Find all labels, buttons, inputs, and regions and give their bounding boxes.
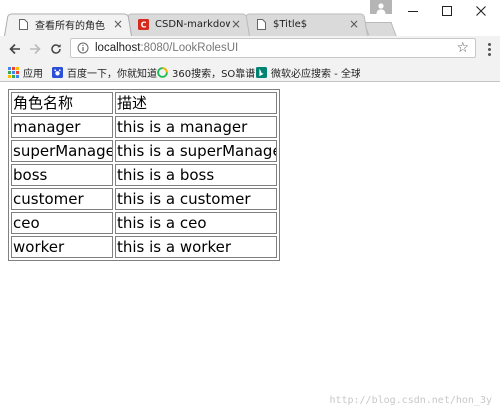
role-description-cell: this is a superManager — [115, 140, 277, 162]
role-name-cell: ceo — [11, 212, 113, 234]
role-name-cell: customer — [11, 188, 113, 210]
bookmark-apps[interactable]: 应用 — [8, 65, 43, 80]
role-description-cell: this is a boss — [115, 164, 277, 186]
bookmark-360[interactable]: 360搜索，SO靠谱 — [157, 65, 256, 80]
close-window-button[interactable] — [464, 0, 498, 22]
tab-roles[interactable]: 查看所有的角色 × — [4, 12, 132, 36]
minimize-button[interactable] — [396, 0, 430, 22]
arrow-right-icon — [30, 43, 41, 55]
table-row: boss this is a boss — [11, 164, 277, 186]
new-tab-button[interactable] — [363, 22, 397, 36]
bookmark-label: 360搜索，SO靠谱 — [172, 68, 256, 80]
bookmark-label: 微软必应搜索 - 全球 — [271, 68, 360, 80]
role-description-cell: this is a worker — [115, 236, 277, 258]
minimize-icon — [408, 11, 418, 12]
bookmarks-bar: 应用 百度一下，你就知道 360搜索，SO靠谱 微软必应搜索 - 全球 — [0, 62, 500, 82]
tab-csdn[interactable]: C CSDN-markdow × — [124, 12, 250, 36]
tab-title-template[interactable]: $Title$ × — [242, 12, 368, 36]
csdn-icon: C — [138, 18, 149, 30]
title-bar: 查看所有的角色 × C CSDN-markdow × $Title$ × — [0, 0, 500, 36]
bookmark-bing[interactable]: 微软必应搜索 - 全球 — [256, 65, 360, 79]
table-row: worker this is a worker — [11, 236, 277, 258]
close-tab-icon[interactable]: × — [348, 18, 360, 30]
reload-button[interactable] — [47, 40, 65, 58]
info-icon[interactable] — [75, 40, 91, 56]
table-row: manager this is a manager — [11, 116, 277, 138]
role-name-cell: superManager — [11, 140, 113, 162]
header-role-name: 角色名称 — [11, 92, 113, 114]
role-description-cell: this is a customer — [115, 188, 277, 210]
forward-button[interactable] — [26, 40, 44, 58]
page-content: 角色名称 描述 manager this is a manager superM… — [0, 82, 500, 410]
back-button[interactable] — [6, 40, 24, 58]
role-name-cell: boss — [11, 164, 113, 186]
header-description: 描述 — [115, 92, 277, 114]
page-icon — [18, 18, 29, 30]
role-name-cell: manager — [11, 116, 113, 138]
bookmark-star-icon[interactable]: ☆ — [456, 40, 469, 56]
svg-text:C: C — [141, 20, 147, 29]
table-row: customer this is a customer — [11, 188, 277, 210]
baidu-icon — [52, 66, 63, 78]
tab-title: 查看所有的角色 — [35, 20, 105, 32]
watermark: http://blog.csdn.net/hon_3y — [329, 395, 492, 406]
table-row: ceo this is a ceo — [11, 212, 277, 234]
role-description-cell: this is a ceo — [115, 212, 277, 234]
bookmark-label: 应用 — [23, 68, 43, 80]
reload-icon — [51, 44, 61, 54]
arrow-left-icon — [9, 43, 20, 55]
page-icon — [256, 18, 267, 30]
profile-button[interactable] — [370, 0, 392, 14]
role-description-cell: this is a manager — [115, 116, 277, 138]
maximize-icon — [442, 6, 452, 16]
table-row: superManager this is a superManager — [11, 140, 277, 162]
url-text[interactable]: localhost:8080/LookRolesUI — [95, 42, 238, 54]
bing-icon — [256, 66, 267, 78]
close-tab-icon[interactable]: × — [112, 18, 124, 30]
person-icon — [376, 3, 386, 14]
tab-title: CSDN-markdow — [155, 18, 230, 30]
address-bar[interactable]: localhost:8080/LookRolesUI ☆ — [70, 38, 476, 58]
apps-grid-icon — [8, 66, 19, 78]
toolbar: localhost:8080/LookRolesUI ☆ — [0, 36, 500, 62]
close-tab-icon[interactable]: × — [230, 18, 242, 30]
bookmark-baidu[interactable]: 百度一下，你就知道 — [52, 65, 157, 80]
so360-icon — [157, 66, 168, 78]
tab-title: $Title$ — [273, 18, 308, 30]
menu-button[interactable] — [482, 40, 496, 58]
role-name-cell: worker — [11, 236, 113, 258]
maximize-button[interactable] — [430, 0, 464, 22]
close-icon — [476, 6, 486, 16]
bookmark-label: 百度一下，你就知道 — [67, 68, 157, 80]
url-path: :8080/LookRolesUI — [140, 42, 239, 54]
table-header-row: 角色名称 描述 — [11, 92, 277, 114]
roles-table: 角色名称 描述 manager this is a manager superM… — [8, 89, 280, 261]
url-host: localhost — [95, 42, 141, 54]
